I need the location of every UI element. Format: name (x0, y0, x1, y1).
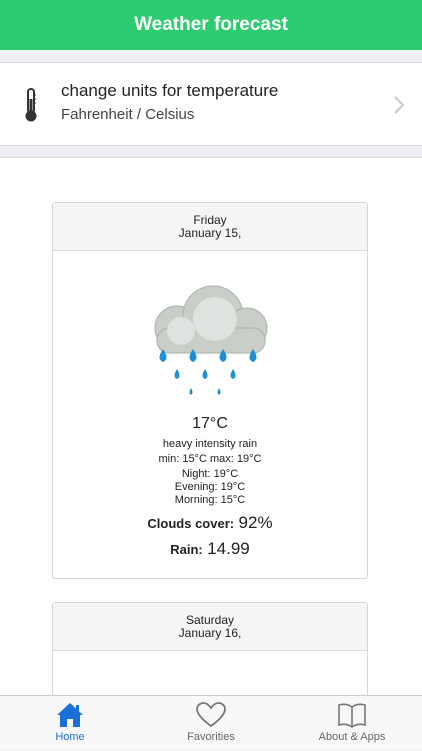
rain-label: Rain: (170, 542, 203, 557)
tab-about[interactable]: About & Apps (282, 696, 422, 751)
evening-temperature: Evening: 19°C (174, 481, 246, 493)
card-header: Saturday January 16, (53, 603, 367, 651)
card-date: January 15, (178, 226, 242, 240)
units-title: change units for temperature (61, 81, 279, 100)
clouds-value: 92% (238, 513, 273, 532)
chevron-right-icon (394, 96, 405, 114)
clouds-label: Clouds cover: (147, 516, 235, 531)
tab-about-label: About & Apps (318, 731, 386, 743)
home-icon (57, 703, 83, 727)
book-icon (338, 703, 366, 728)
min-max-temperature: min: 15°C max: 19°C (158, 453, 262, 465)
page-title: Weather forecast (134, 14, 288, 35)
thermometer-icon (25, 88, 37, 122)
forecast-list[interactable]: Friday January 15, 17°C heavy intensity … (0, 157, 422, 695)
card-header: Friday January 15, (53, 203, 367, 251)
tab-favorites-label: Favorities (187, 731, 235, 743)
rain-value: 14.99 (207, 539, 250, 558)
clouds-cover: Clouds cover: 92% (53, 513, 367, 533)
tab-bar: Home Favorities About & Apps (0, 695, 422, 750)
tab-home[interactable]: Home (0, 696, 140, 751)
tab-favorites[interactable]: Favorities (141, 696, 281, 751)
change-units-row[interactable]: change units for temperature Fahrenheit … (0, 62, 422, 146)
heart-icon (196, 702, 226, 728)
card-date: January 16, (178, 626, 242, 640)
forecast-card: Friday January 15, 17°C heavy intensity … (52, 202, 368, 579)
app-header: Weather forecast (0, 0, 422, 50)
units-subtitle: Fahrenheit / Celsius (61, 106, 195, 123)
forecast-card: Saturday January 16, (52, 602, 368, 695)
weather-description: heavy intensity rain (162, 438, 258, 450)
morning-temperature: Morning: 15°C (174, 494, 246, 506)
temperature: 17°C (192, 415, 228, 432)
night-temperature: Night: 19°C (181, 468, 239, 480)
tab-home-label: Home (55, 731, 85, 743)
rain-amount: Rain: 14.99 (53, 539, 367, 559)
heavy-rain-icon (154, 285, 268, 395)
